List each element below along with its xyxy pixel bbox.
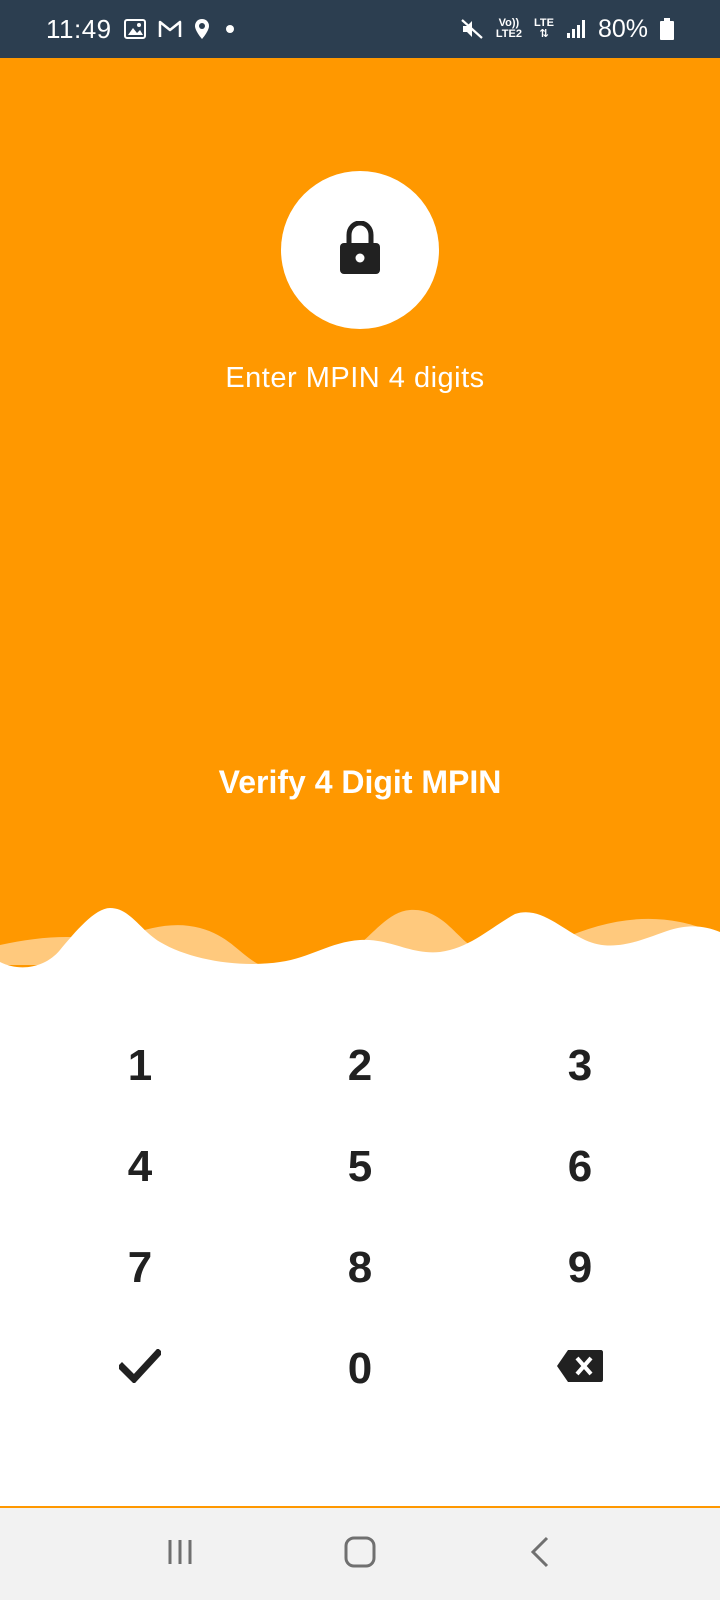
key-9[interactable]: 9 — [470, 1217, 690, 1318]
lock-badge — [281, 171, 439, 329]
key-0[interactable]: 0 — [250, 1318, 470, 1419]
key-8[interactable]: 8 — [250, 1217, 470, 1318]
gallery-icon — [123, 19, 146, 39]
lte-label: LTE — [533, 17, 554, 29]
status-time: 11:49 — [46, 13, 112, 44]
dot-icon — [225, 25, 234, 33]
delete-button[interactable] — [470, 1318, 690, 1419]
verify-title: Verify 4 Digit MPIN — [218, 764, 502, 800]
battery-percent: 80% — [597, 14, 648, 43]
status-left: 11:49 — [46, 14, 234, 45]
recents-button[interactable] — [150, 1524, 210, 1584]
home-icon — [344, 1536, 376, 1573]
battery-icon — [660, 18, 674, 40]
check-icon — [117, 1344, 163, 1394]
location-icon — [194, 18, 210, 40]
signal-icon — [566, 19, 586, 39]
system-nav-bar — [0, 1508, 720, 1600]
backspace-icon — [556, 1344, 604, 1394]
key-2[interactable]: 2 — [250, 1015, 470, 1116]
lock-icon — [339, 219, 381, 280]
mute-icon — [460, 18, 484, 40]
gmail-icon — [158, 20, 182, 38]
network-bottom-label: LTE2 — [495, 28, 522, 40]
keypad: 1 2 3 4 5 6 7 8 9 0 — [0, 1015, 720, 1419]
back-button[interactable] — [510, 1524, 570, 1584]
back-icon — [529, 1536, 551, 1573]
status-bar: 11:49 Vo)) LTE2 LTE ⇅ 80% — [0, 0, 720, 58]
key-3[interactable]: 3 — [470, 1015, 690, 1116]
key-6[interactable]: 6 — [470, 1116, 690, 1217]
volte-icon: Vo)) LTE2 — [496, 18, 522, 40]
home-button[interactable] — [330, 1524, 390, 1584]
key-1[interactable]: 1 — [30, 1015, 250, 1116]
wave-divider — [0, 908, 720, 1010]
key-7[interactable]: 7 — [30, 1217, 250, 1318]
confirm-button[interactable] — [30, 1318, 250, 1419]
key-4[interactable]: 4 — [30, 1116, 250, 1217]
lte-icon: LTE ⇅ — [533, 17, 554, 40]
status-right: Vo)) LTE2 LTE ⇅ 80% — [460, 15, 674, 44]
mpin-header: Enter MPIN 4 digits Verify 4 Digit MPIN — [0, 58, 720, 988]
recents-icon — [165, 1537, 195, 1572]
mpin-prompt: Enter MPIN 4 digits — [225, 362, 485, 394]
key-5[interactable]: 5 — [250, 1116, 470, 1217]
